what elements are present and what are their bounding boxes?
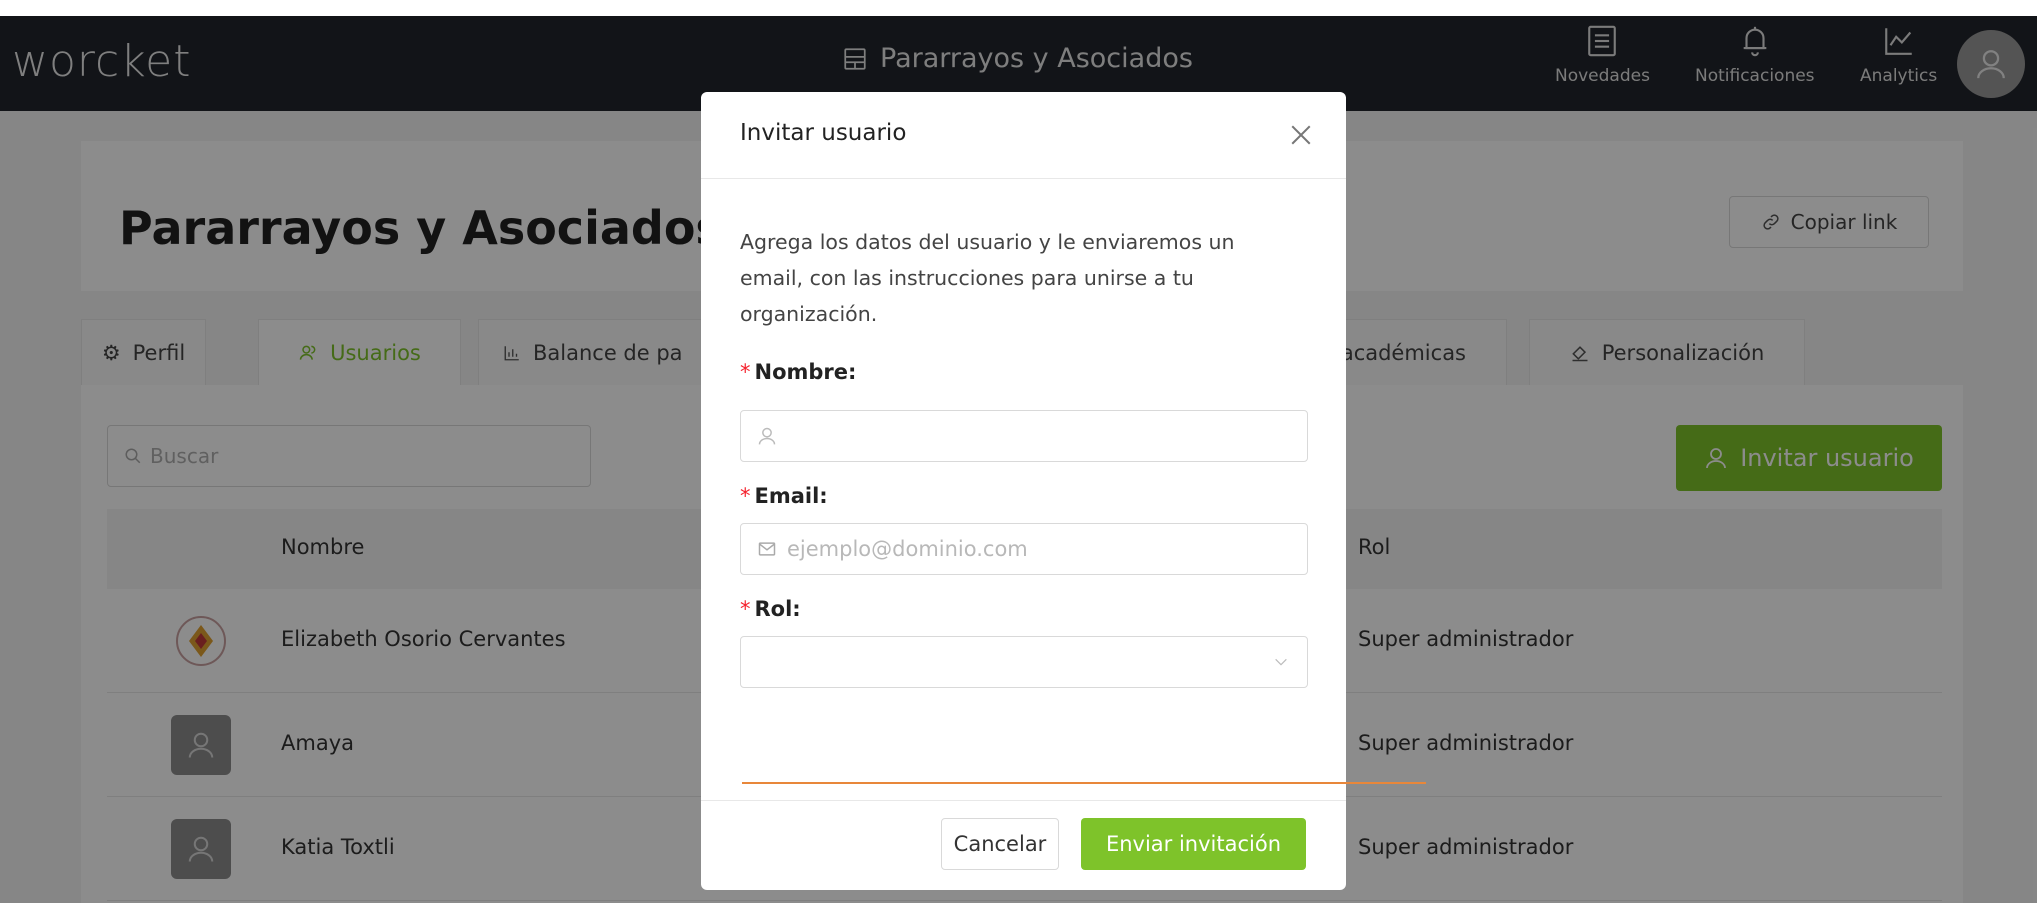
email-label-text: Email <box>754 484 820 508</box>
label-colon: : <box>792 597 801 621</box>
rol-select[interactable] <box>740 636 1308 688</box>
required-mark: * <box>740 484 751 508</box>
email-label: * Email: <box>740 484 828 508</box>
email-field[interactable]: ejemplo@dominio.com <box>740 523 1308 575</box>
chevron-down-icon <box>1275 658 1287 666</box>
annotation-line <box>742 782 1426 784</box>
label-colon: : <box>819 484 828 508</box>
rol-label-text: Rol <box>754 597 793 621</box>
label-colon: : <box>848 360 857 384</box>
name-label: * Nombre: <box>740 360 856 384</box>
modal-description: Agrega los datos del usuario y le enviar… <box>740 230 1235 326</box>
name-label-text: Nombre <box>754 360 849 384</box>
name-field[interactable] <box>740 410 1308 462</box>
modal-title: Invitar usuario <box>740 120 907 146</box>
required-mark: * <box>740 360 751 384</box>
close-icon[interactable] <box>1286 120 1316 150</box>
required-mark: * <box>740 597 751 621</box>
user-icon <box>758 427 776 445</box>
rol-label: * Rol: <box>740 597 801 621</box>
invite-user-modal: Invitar usuario Agrega los datos del usu… <box>701 92 1346 890</box>
modal-header: Invitar usuario <box>701 92 1346 179</box>
modal-footer: Cancelar Enviar invitación <box>701 800 1346 890</box>
mail-icon <box>758 542 776 556</box>
send-invitation-button[interactable]: Enviar invitación <box>1081 818 1306 870</box>
cancel-button[interactable]: Cancelar <box>941 818 1059 870</box>
email-placeholder: ejemplo@dominio.com <box>787 537 1028 561</box>
